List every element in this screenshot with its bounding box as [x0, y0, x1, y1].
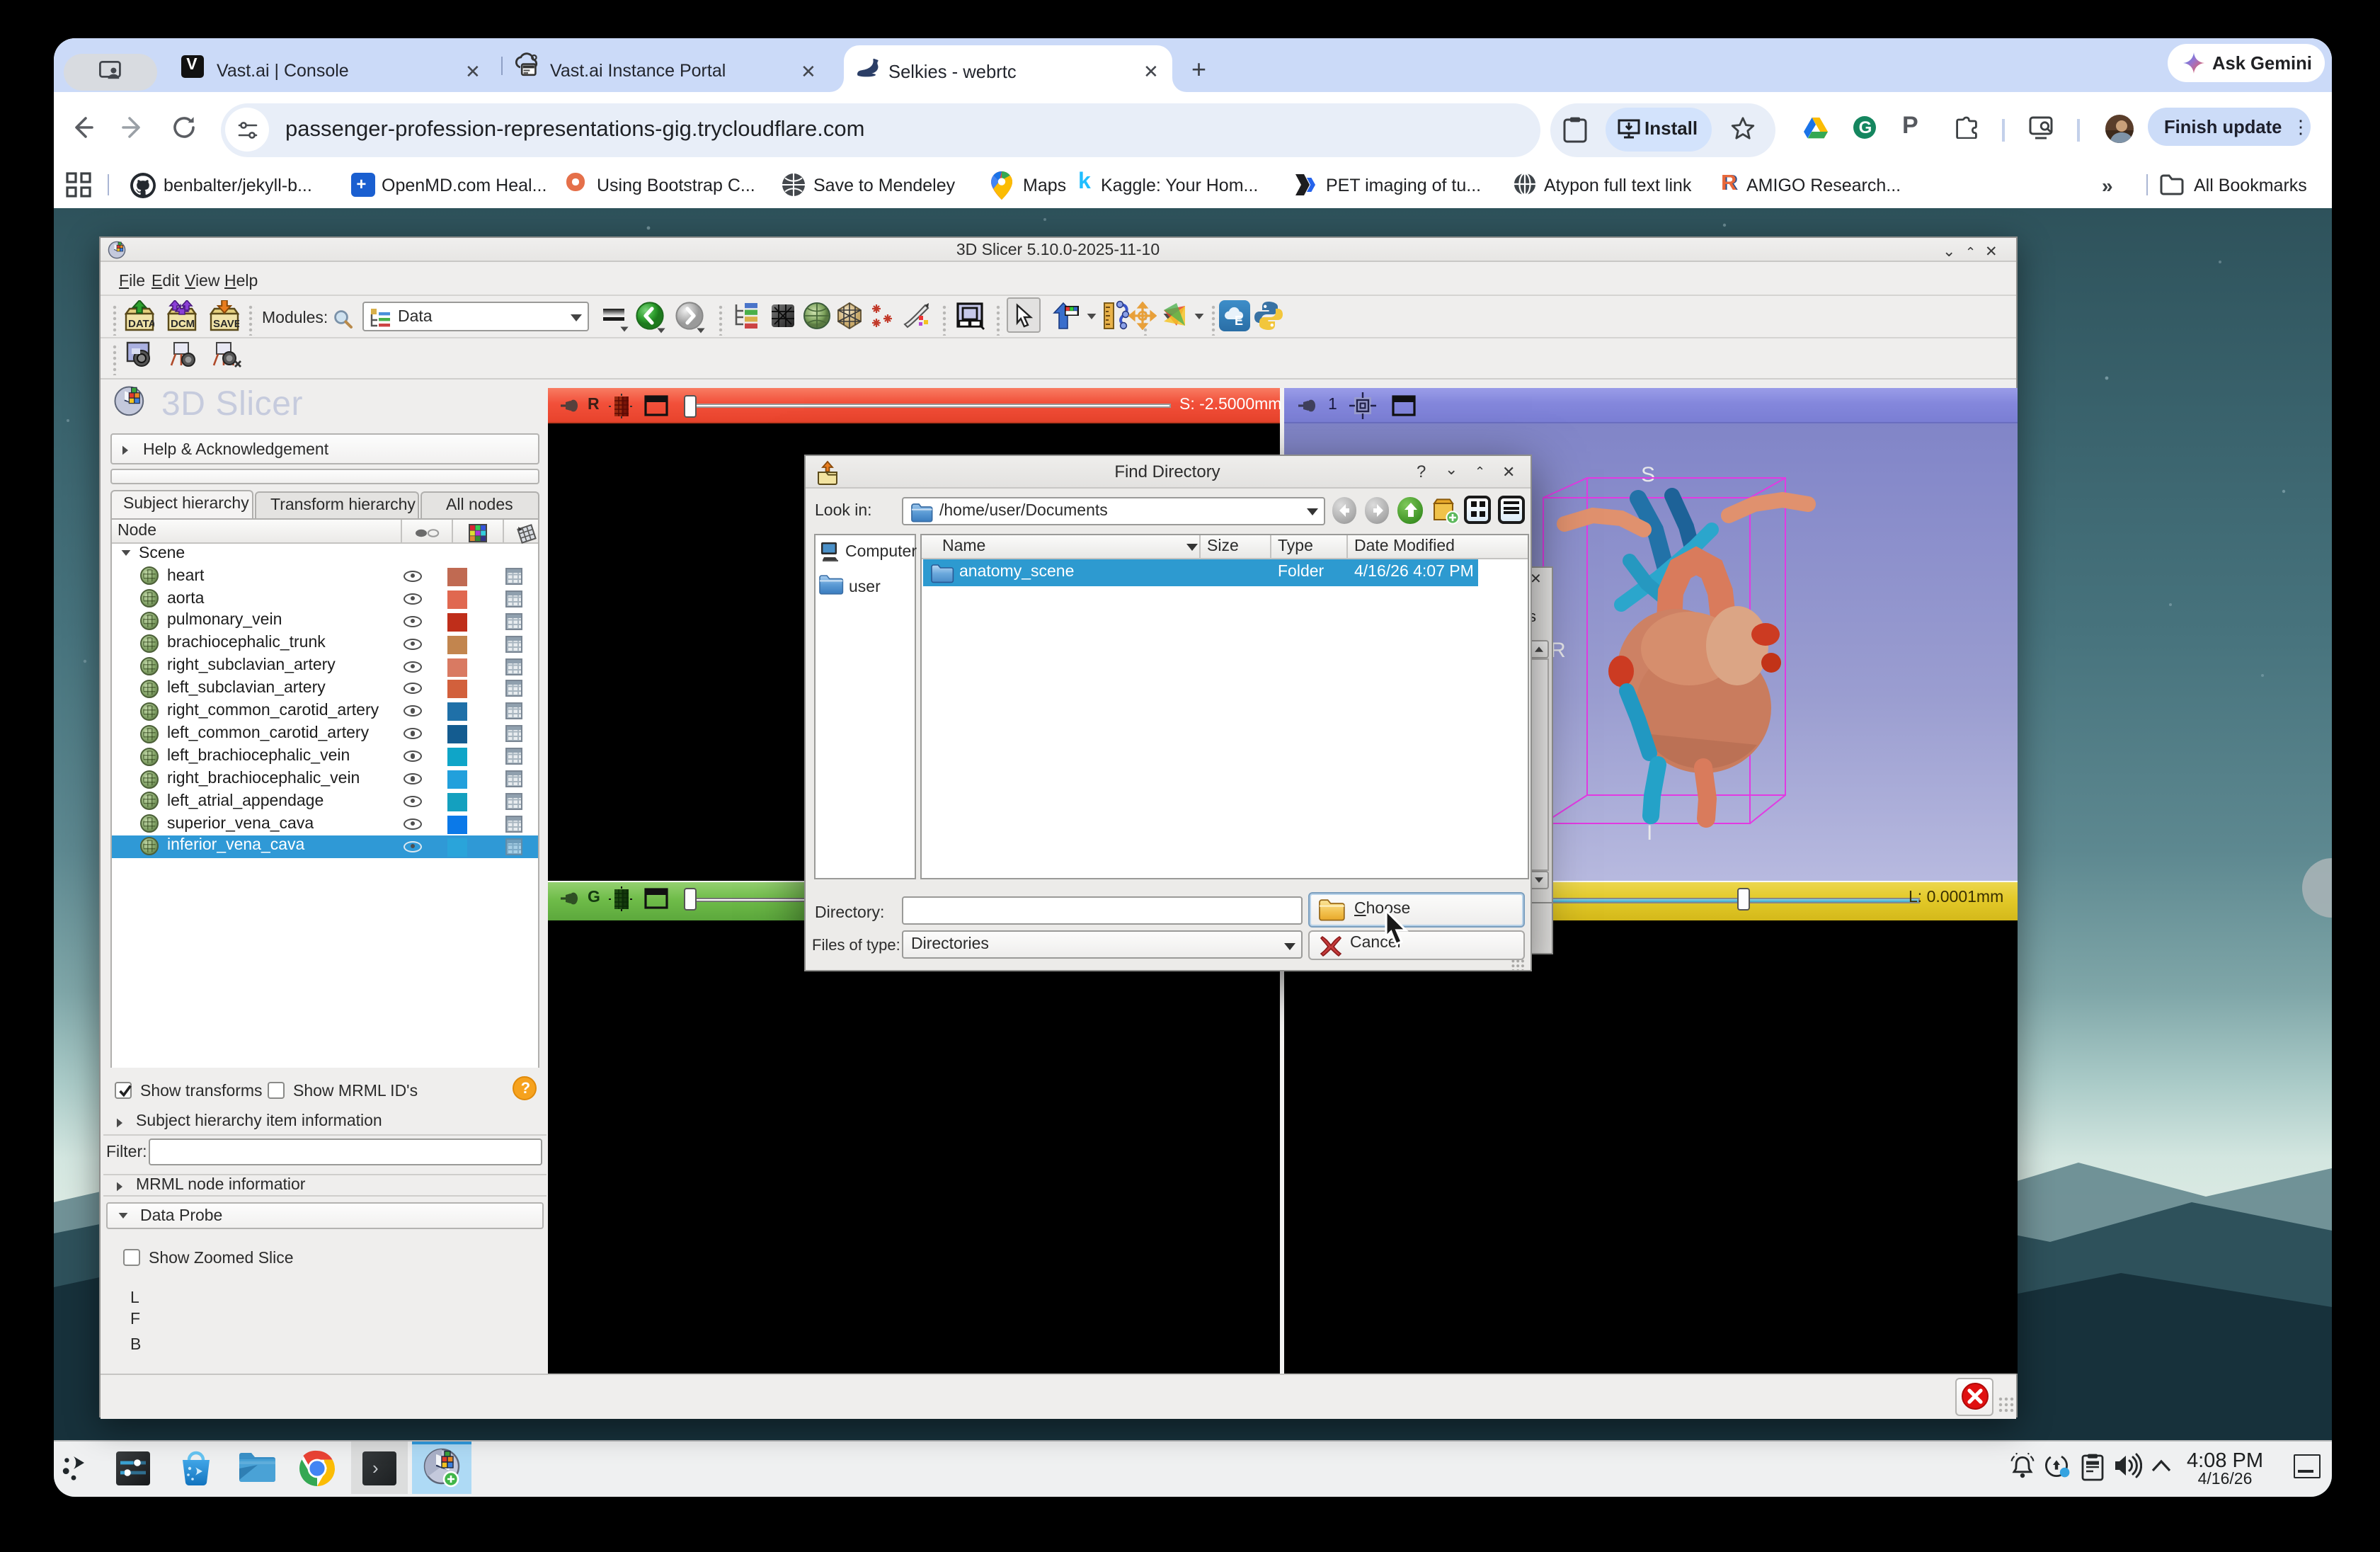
- svg-text:E: E: [1235, 313, 1243, 325]
- svg-text:SAVE: SAVE: [213, 317, 239, 329]
- svg-text:DATA: DATA: [128, 317, 154, 329]
- svg-text:DCM: DCM: [171, 317, 195, 329]
